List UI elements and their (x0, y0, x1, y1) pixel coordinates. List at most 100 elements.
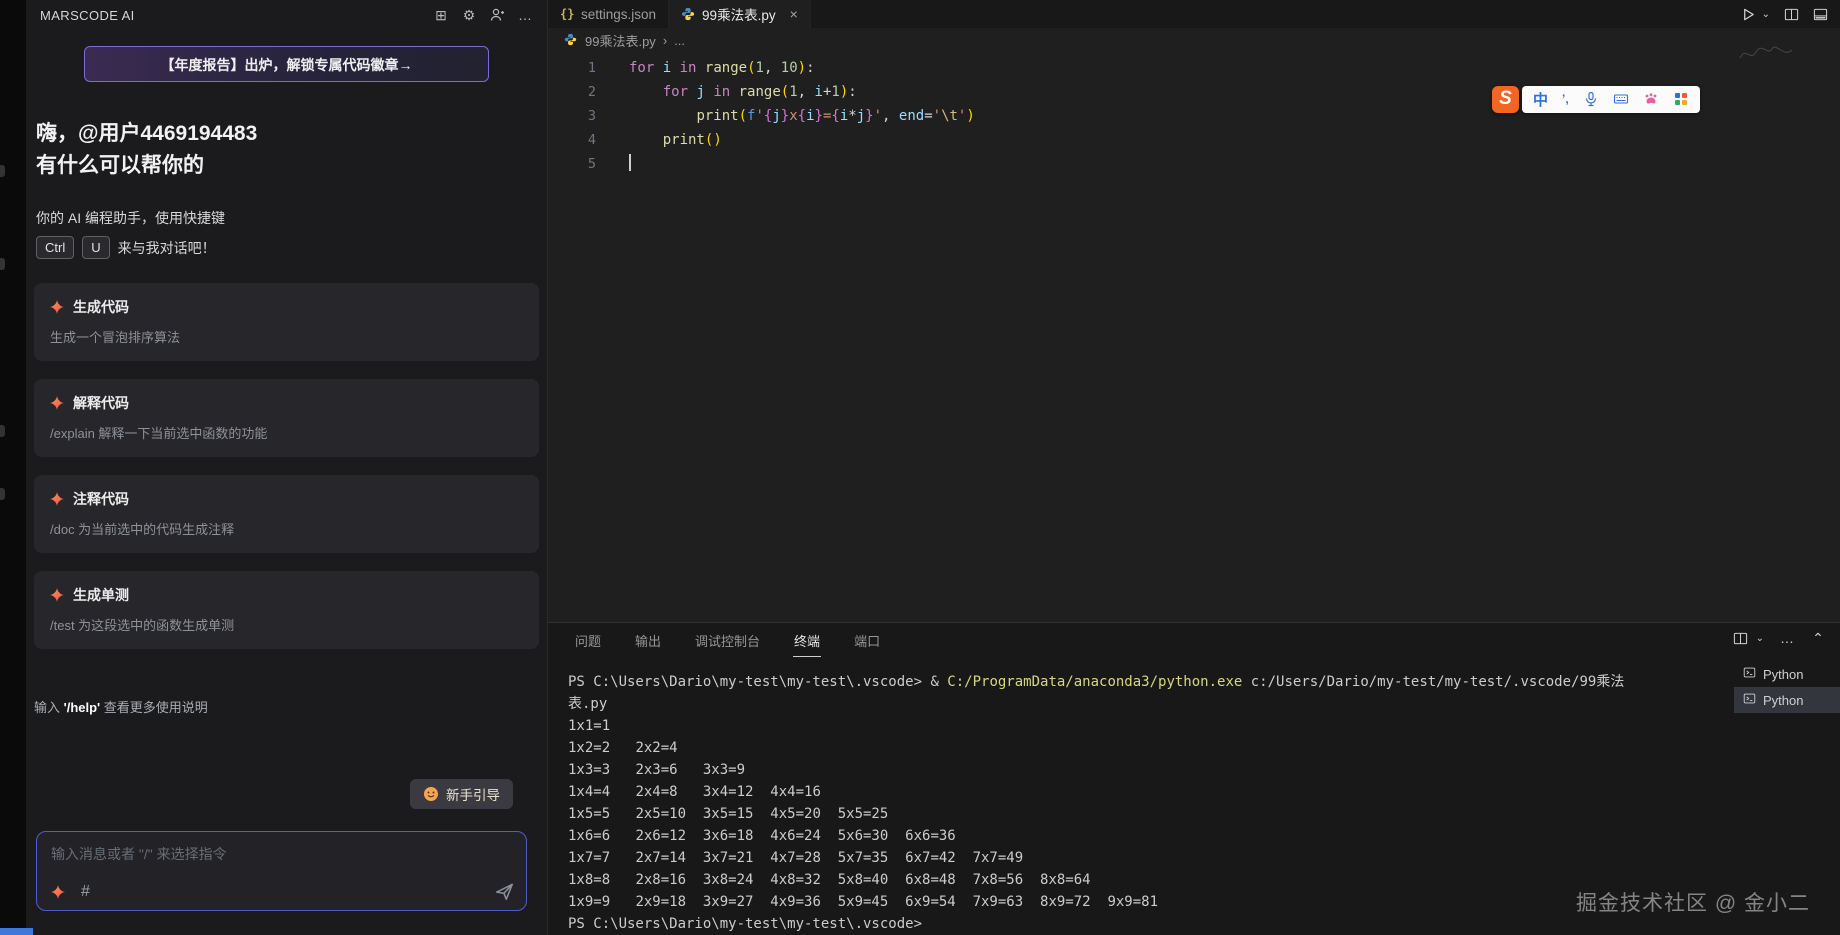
ime-skin-paw-icon[interactable] (1643, 91, 1659, 107)
run-dropdown-icon[interactable]: ⌄ (1762, 9, 1770, 20)
sogou-ime-toolbar[interactable]: S 中 ’, (1492, 85, 1700, 113)
code-text: for i in range(1, 10): (596, 56, 815, 80)
run-python-file-icon[interactable] (1741, 6, 1757, 22)
breadcrumb-more[interactable]: ... (674, 33, 685, 48)
tab-label: 99乘法表.py (702, 4, 776, 24)
greeting-line1: 嗨，@用户4469194483 (36, 118, 537, 150)
terminal-output[interactable]: PS C:\Users\Dario\my-test\my-test\.vscod… (568, 671, 1728, 935)
activity-bar[interactable] (0, 0, 26, 935)
ime-language-icon[interactable]: 中 (1533, 89, 1548, 110)
sogou-logo-icon[interactable]: S (1492, 86, 1519, 113)
terminal-list-item[interactable]: Python (1734, 687, 1840, 713)
line-number: 3 (548, 104, 596, 128)
terminal-line: 1x3=3 2x3=6 3x3=9 (568, 759, 1728, 781)
card-desc: /test 为这段选中的函数生成单测 (50, 615, 523, 634)
panel-tab-终端[interactable]: 终端 (793, 623, 821, 657)
ime-mic-icon[interactable] (1583, 91, 1599, 107)
breadcrumb-separator: › (663, 33, 667, 48)
card-title: 解释代码 (73, 393, 129, 413)
terminal-list-item[interactable]: Python (1734, 661, 1840, 687)
layout-panel-icon[interactable] (1812, 6, 1828, 22)
smiley-icon (423, 786, 439, 802)
spark-icon (50, 396, 64, 410)
panel-tab-输出[interactable]: 输出 (634, 623, 662, 657)
more-icon[interactable]: … (517, 7, 533, 23)
prompt-card-1[interactable]: 生成代码生成一个冒泡排序算法 (34, 283, 539, 361)
editor-tabs: {}settings.json 99乘法表.py × (548, 0, 811, 28)
context-hash-button[interactable]: # (81, 883, 90, 901)
helper-text: 你的 AI 编程助手，使用快捷键 Ctrl U 来与我对话吧！ (36, 208, 537, 259)
help-hint-command: '/help' (64, 700, 101, 715)
terminal-icon (1743, 692, 1756, 708)
line-number: 1 (548, 56, 596, 80)
tab-settings.json[interactable]: {}settings.json (548, 0, 669, 28)
settings-gear-icon[interactable]: ⚙ (461, 7, 477, 23)
panel-tab-调试控制台[interactable]: 调试控制台 (694, 623, 761, 657)
code-line[interactable]: 1for i in range(1, 10): (548, 56, 1840, 80)
guide-button-label: 新手引导 (446, 784, 500, 804)
ime-punctuation-icon[interactable]: ’, (1562, 92, 1569, 106)
terminal-line: 表.py (568, 693, 1728, 715)
key-u: U (82, 236, 109, 259)
split-editor-icon[interactable] (1783, 6, 1799, 22)
editor-group: {}settings.json99乘法表.py× ⌄ 99乘法表.py › . (548, 0, 1840, 935)
panel-title: MARSCODE AI (40, 8, 135, 23)
tab-99乘法表.py[interactable]: 99乘法表.py × (669, 0, 811, 28)
greeting-line2: 有什么可以帮你的 (36, 150, 537, 182)
remote-status-chip[interactable] (0, 928, 33, 935)
spark-icon (50, 300, 64, 314)
line-number: 2 (548, 80, 596, 104)
greeting: 嗨，@用户4469194483 有什么可以帮你的 (36, 118, 537, 182)
panel-tab-问题[interactable]: 问题 (574, 623, 602, 657)
breadcrumb[interactable]: 99乘法表.py › ... (548, 28, 1840, 52)
panel-more-icon[interactable]: … (1779, 630, 1795, 646)
watermark-scribble (1738, 42, 1794, 66)
panel-tab-端口[interactable]: 端口 (853, 623, 881, 657)
code-area[interactable]: 1for i in range(1, 10):2 for j in range(… (548, 52, 1840, 176)
activity-icon[interactable] (0, 258, 5, 270)
close-tab-icon[interactable]: × (790, 6, 798, 22)
terminal-line: 1x9=9 2x9=18 3x9=27 4x9=36 5x9=45 6x9=54… (568, 891, 1728, 913)
terminal-line: 1x5=5 2x5=10 3x5=15 4x5=20 5x5=25 (568, 803, 1728, 825)
annual-report-banner[interactable]: 【年度报告】出炉，解锁专属代码徽章→ (84, 46, 489, 82)
code-text: print(f'{j}x{i}={i*j}', end='\t') (596, 104, 975, 128)
chat-input[interactable]: 输入消息或者 "/" 来选择指令 # (36, 831, 527, 911)
code-line[interactable]: 4 print() (548, 128, 1840, 152)
card-desc: 生成一个冒泡排序算法 (50, 327, 523, 346)
ime-tray: 中 ’, (1522, 86, 1700, 113)
helper-prefix: 你的 AI 编程助手，使用快捷键 (36, 208, 537, 228)
code-text: print() (596, 128, 722, 152)
ime-toolbox-icon[interactable] (1673, 91, 1689, 107)
terminal-line: 1x8=8 2x8=16 3x8=24 4x8=32 5x8=40 6x8=48… (568, 869, 1728, 891)
card-title: 生成代码 (73, 297, 129, 317)
spark-icon[interactable] (51, 885, 65, 899)
terminal-line: 1x4=4 2x4=8 3x4=12 4x4=16 (568, 781, 1728, 803)
helper-suffix: 来与我对话吧！ (118, 238, 216, 258)
panel-actions: ⌄ … ⌃ (1733, 630, 1826, 646)
terminal-line: 1x2=2 2x2=4 (568, 737, 1728, 759)
code-line[interactable]: 5 (548, 152, 1840, 176)
new-chat-icon[interactable]: ⊞ (433, 7, 449, 23)
activity-icon[interactable] (0, 165, 5, 177)
tab-label: settings.json (581, 7, 656, 22)
terminal-icon (1743, 666, 1756, 682)
ai-panel-header: MARSCODE AI ⊞ ⚙ … (26, 0, 547, 30)
send-icon[interactable] (495, 882, 514, 901)
help-hint-prefix: 输入 (34, 700, 64, 715)
breadcrumb-file[interactable]: 99乘法表.py (585, 31, 656, 50)
terminal-line: 1x1=1 (568, 715, 1728, 737)
ime-keyboard-icon[interactable] (1613, 91, 1629, 107)
activity-icon[interactable] (0, 425, 5, 437)
prompt-card-4[interactable]: 生成单测/test 为这段选中的函数生成单测 (34, 571, 539, 649)
prompt-card-2[interactable]: 解释代码/explain 解释一下当前选中函数的功能 (34, 379, 539, 457)
split-terminal-icon[interactable] (1733, 630, 1749, 646)
terminal-line: 1x7=7 2x7=14 3x7=21 4x7=28 5x7=35 6x7=42… (568, 847, 1728, 869)
activity-icon[interactable] (0, 488, 5, 500)
beginner-guide-button[interactable]: 新手引导 (410, 779, 513, 809)
maximize-panel-icon[interactable]: ⌃ (1810, 630, 1826, 646)
panel-tabs: 问题输出调试控制台终端端口 (548, 623, 1840, 657)
prompt-card-3[interactable]: 注释代码/doc 为当前选中的代码生成注释 (34, 475, 539, 553)
vscode-window: MARSCODE AI ⊞ ⚙ … 【年度报告】出炉，解锁专属代码徽章→ 嗨，@… (0, 0, 1840, 935)
terminal-dropdown-icon[interactable]: ⌄ (1756, 633, 1764, 644)
account-add-icon[interactable] (489, 7, 505, 23)
